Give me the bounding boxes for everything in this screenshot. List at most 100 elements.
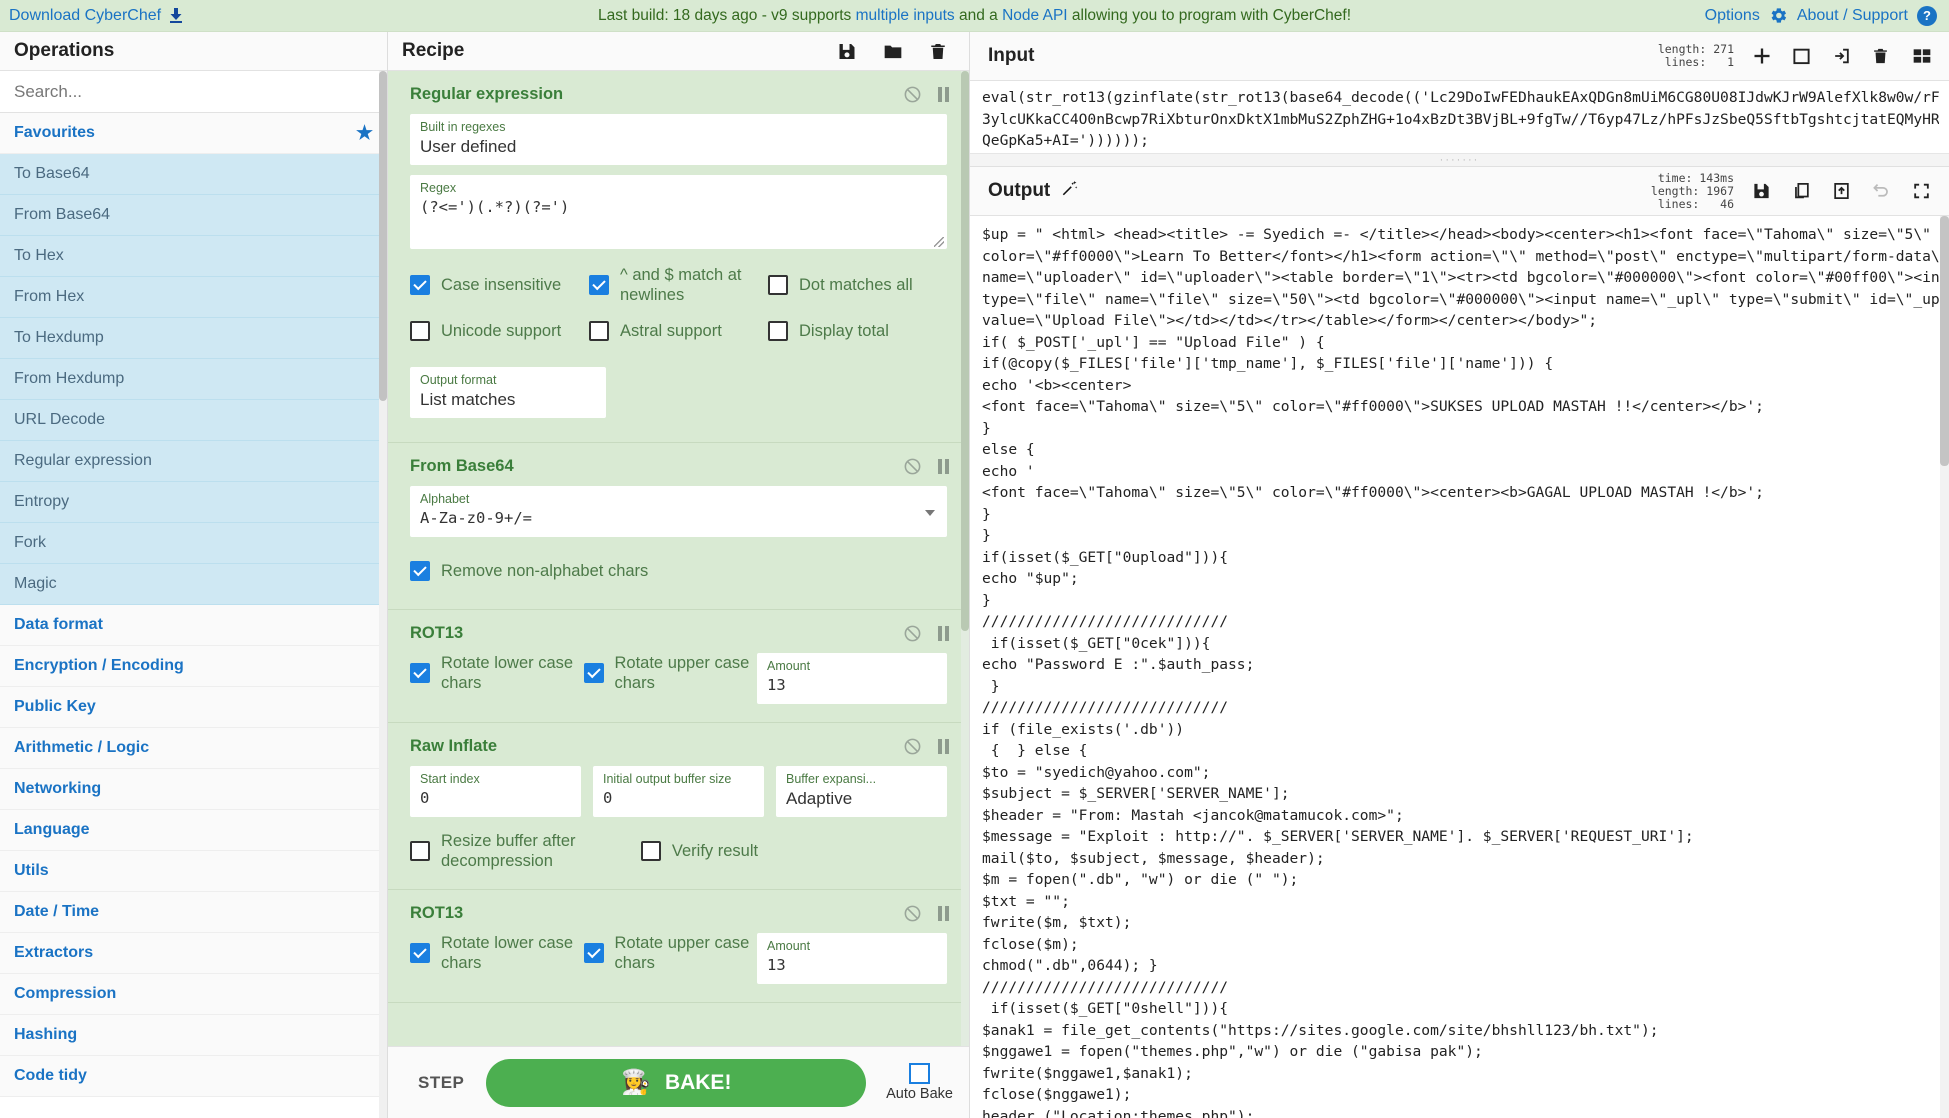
disable-icon[interactable] — [903, 904, 922, 923]
checkbox-rotate-lower-case-chars[interactable]: Rotate lower case chars — [410, 653, 584, 693]
recipe-scrollbar[interactable] — [961, 71, 969, 1046]
sidebar-category-date-time[interactable]: Date / Time — [0, 892, 387, 933]
breakpoint-pause-icon[interactable] — [938, 739, 949, 754]
sidebar-item-fork[interactable]: Fork — [0, 523, 387, 564]
sidebar-item-from-hex[interactable]: From Hex — [0, 277, 387, 318]
options-button[interactable]: Options — [1705, 7, 1760, 25]
sidebar-category-public-key[interactable]: Public Key — [0, 687, 387, 728]
input-text[interactable]: eval(str_rot13(gzinflate(str_rot13(base6… — [982, 87, 1939, 152]
checkbox-dot-matches-all[interactable]: Dot matches all — [768, 265, 947, 305]
help-icon[interactable]: ? — [1917, 5, 1937, 26]
recipe-scroll-thumb[interactable] — [961, 71, 969, 631]
operations-scrollbar[interactable] — [379, 71, 387, 1118]
field-amount[interactable]: Amount 13 — [757, 653, 947, 704]
checkbox-box[interactable] — [768, 275, 788, 295]
sidebar-category-hashing[interactable]: Hashing — [0, 1015, 387, 1056]
checkbox-case-insensitive[interactable]: Case insensitive — [410, 265, 589, 305]
breakpoint-pause-icon[interactable] — [938, 459, 949, 474]
trash-icon[interactable] — [1872, 46, 1893, 67]
open-folder-as-input-icon[interactable] — [1832, 46, 1853, 67]
sidebar-category-compression[interactable]: Compression — [0, 974, 387, 1015]
io-splitter[interactable]: ······· — [970, 153, 1949, 167]
field-output-format[interactable]: Output format List matches — [410, 367, 606, 418]
disable-icon[interactable] — [903, 737, 922, 756]
disable-icon[interactable] — [903, 624, 922, 643]
sidebar-category-language[interactable]: Language — [0, 810, 387, 851]
folder-open-icon[interactable] — [1792, 46, 1813, 67]
auto-bake-checkbox[interactable] — [909, 1063, 931, 1084]
field-start-index[interactable]: Start index 0 — [410, 766, 581, 817]
resize-handle[interactable] — [934, 237, 944, 247]
checkbox-rotate-upper-case-chars[interactable]: Rotate upper case chars — [583, 653, 758, 693]
checkbox-unicode-support[interactable]: Unicode support — [410, 311, 589, 351]
field-value[interactable]: 13 — [767, 954, 937, 977]
checkbox-box[interactable] — [410, 321, 430, 341]
recipe-operation[interactable]: Regular expression Built in regexes User d… — [388, 71, 969, 443]
field-value[interactable]: User defined — [420, 135, 937, 158]
checkbox-box[interactable] — [583, 663, 604, 683]
checkbox-box[interactable] — [410, 943, 430, 963]
chevron-down-icon[interactable] — [925, 509, 935, 516]
add-icon[interactable] — [1752, 46, 1773, 67]
checkbox-box[interactable] — [768, 321, 788, 341]
recipe-operation[interactable]: Raw Inflate Start index 0 Initial output bu… — [388, 723, 969, 890]
breakpoint-pause-icon[interactable] — [938, 626, 949, 641]
sidebar-item-magic[interactable]: Magic — [0, 564, 387, 605]
operations-scroll-thumb[interactable] — [379, 71, 387, 401]
recipe-operation[interactable]: From Base64 Alphabet A-Za-z0-9+/= Remove no… — [388, 443, 969, 610]
trash-icon[interactable] — [929, 41, 949, 62]
gear-icon[interactable] — [1769, 6, 1788, 25]
field-value[interactable]: A-Za-z0-9+/= — [420, 507, 937, 530]
folder-icon[interactable] — [883, 41, 903, 62]
field-value[interactable]: Adaptive — [786, 787, 937, 810]
recipe-operation[interactable]: ROT13 Rotate lower case chars Rotate upper… — [388, 610, 969, 723]
sidebar-category-favourites[interactable]: Favourites ★ — [0, 113, 387, 154]
step-button[interactable]: STEP — [404, 1073, 486, 1093]
field-amount[interactable]: Amount 13 — [757, 933, 947, 984]
field-built-in-regexes[interactable]: Built in regexes User defined — [410, 114, 947, 165]
disable-icon[interactable] — [903, 457, 922, 476]
field-value[interactable]: List matches — [420, 388, 596, 411]
sidebar-item-to-hexdump[interactable]: To Hexdump — [0, 318, 387, 359]
copy-icon[interactable] — [1792, 181, 1813, 202]
download-cyberchef-link[interactable]: Download CyberChef — [0, 7, 184, 25]
magic-wand-icon[interactable] — [1060, 179, 1079, 203]
checkbox-box[interactable] — [583, 943, 604, 963]
multiple-inputs-link[interactable]: multiple inputs — [856, 7, 955, 24]
sidebar-item-regular-expression[interactable]: Regular expression — [0, 441, 387, 482]
sidebar-category-extractors[interactable]: Extractors — [0, 933, 387, 974]
sidebar-category-arithmetic-logic[interactable]: Arithmetic / Logic — [0, 728, 387, 769]
checkbox-box[interactable] — [589, 275, 609, 295]
tabs-icon[interactable] — [1912, 46, 1933, 67]
field-alphabet[interactable]: Alphabet A-Za-z0-9+/= — [410, 486, 947, 537]
checkbox-box[interactable] — [410, 663, 430, 683]
checkbox-verify-result[interactable]: Verify result — [640, 831, 872, 871]
checkbox-box[interactable] — [410, 561, 430, 581]
sidebar-item-url-decode[interactable]: URL Decode — [0, 400, 387, 441]
checkbox-resize-buffer-after-decompression[interactable]: Resize buffer after decompression — [410, 831, 641, 871]
search-input[interactable] — [0, 71, 387, 112]
replace-input-icon[interactable] — [1832, 181, 1853, 202]
sidebar-item-from-hexdump[interactable]: From Hexdump — [0, 359, 387, 400]
field-initial-output-buffer-size[interactable]: Initial output buffer size 0 — [593, 766, 764, 817]
bake-button[interactable]: 👩‍🍳 BAKE! — [486, 1058, 867, 1107]
checkbox-astral-support[interactable]: Astral support — [589, 311, 768, 351]
sidebar-category-encryption-encoding[interactable]: Encryption / Encoding — [0, 646, 387, 687]
field-buffer-expansi-[interactable]: Buffer expansi... Adaptive — [776, 766, 947, 817]
checkbox-display-total[interactable]: Display total — [768, 311, 947, 351]
maximise-icon[interactable] — [1912, 181, 1933, 202]
field-value[interactable]: 13 — [767, 674, 937, 697]
checkbox-box[interactable] — [640, 841, 661, 861]
field-value[interactable]: 0 — [420, 787, 571, 810]
disable-icon[interactable] — [903, 85, 922, 104]
output-scroll-thumb[interactable] — [1940, 216, 1949, 466]
download-cyberchef-label[interactable]: Download CyberChef — [9, 7, 161, 25]
checkbox-box[interactable] — [410, 275, 430, 295]
sidebar-category-networking[interactable]: Networking — [0, 769, 387, 810]
checkbox-rotate-lower-case-chars[interactable]: Rotate lower case chars — [410, 933, 584, 973]
checkbox-box[interactable] — [589, 321, 609, 341]
sidebar-category-data-format[interactable]: Data format — [0, 605, 387, 646]
field-value[interactable]: 0 — [603, 787, 754, 810]
star-icon[interactable]: ★ — [356, 122, 373, 145]
checkbox-remove-non-alphabet-chars[interactable]: Remove non-alphabet chars — [410, 551, 654, 591]
